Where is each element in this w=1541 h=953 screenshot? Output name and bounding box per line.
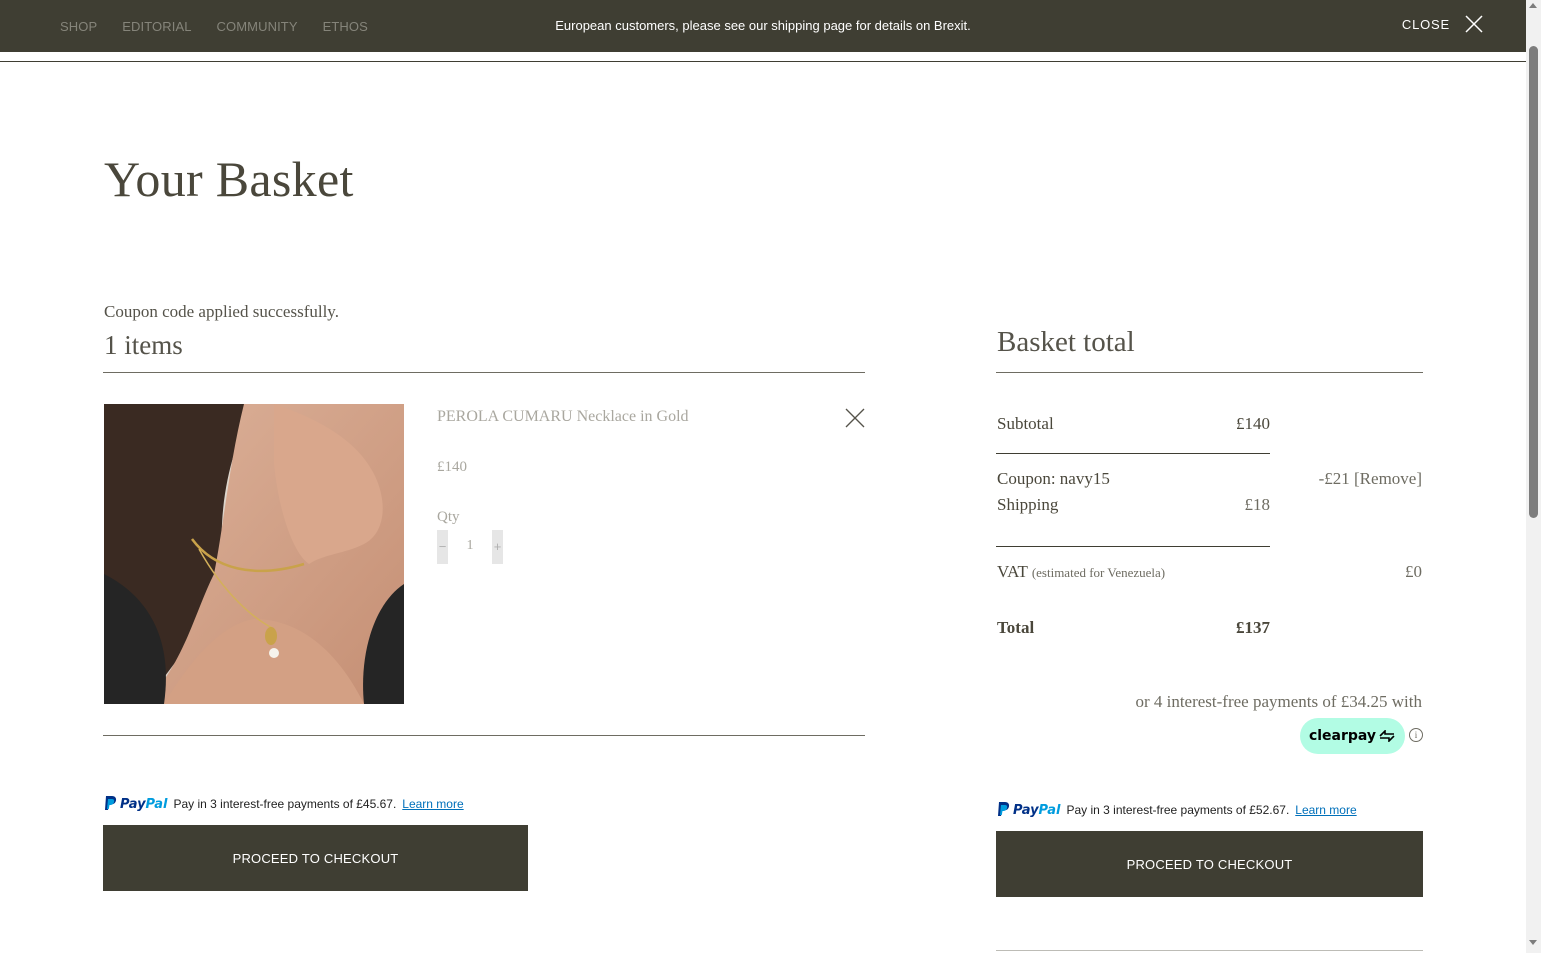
- page-title: Your Basket: [104, 151, 354, 207]
- paypal-icon: [105, 796, 117, 810]
- below-fold-divider: [996, 950, 1423, 951]
- basket-total-divider: [996, 372, 1423, 373]
- brexit-shipping-message: European customers, please see our shipp…: [555, 18, 971, 33]
- paypal-logo: PayPal: [104, 796, 167, 812]
- scroll-up-arrow-icon[interactable]: [1529, 3, 1537, 8]
- items-divider-top: [103, 372, 865, 373]
- paypal-message-left: PayPal Pay in 3 interest-free payments o…: [104, 796, 464, 812]
- subtotal-label: Subtotal: [997, 414, 1054, 433]
- scrollbar-thumb[interactable]: [1529, 46, 1538, 518]
- paypal-brand-pay: Pay: [1013, 802, 1039, 818]
- proceed-to-checkout-button[interactable]: PROCEED TO CHECKOUT: [103, 825, 528, 891]
- close-label: CLOSE: [1401, 16, 1450, 32]
- shipping-label: Shipping: [997, 495, 1059, 514]
- product-image[interactable]: [104, 404, 404, 704]
- vat-label: VAT: [997, 562, 1028, 581]
- clearpay-arrows-icon: [1379, 730, 1395, 742]
- paypal-brand-pal: Pal: [145, 796, 168, 812]
- product-price: £140: [437, 459, 467, 475]
- subtotal-value: £140: [1236, 414, 1270, 433]
- basket-total-title: Basket total: [997, 326, 1135, 358]
- product-name[interactable]: PEROLA CUMARU Necklace in Gold: [437, 408, 689, 426]
- vat-label-group: VAT (estimated for Venezuela): [997, 562, 1165, 582]
- items-divider-bottom: [103, 735, 865, 736]
- remove-item-close-icon[interactable]: [845, 408, 865, 428]
- header-divider: [0, 61, 1526, 62]
- coupon-remove-link[interactable]: -£21 [Remove]: [1319, 469, 1422, 489]
- shipping-value: £18: [1244, 495, 1271, 514]
- items-count: 1 items: [104, 330, 183, 360]
- paypal-installment-text: Pay in 3 interest-free payments of £45.6…: [173, 797, 397, 811]
- necklace-model-image: [104, 404, 404, 704]
- total-label: Total: [997, 618, 1035, 637]
- paypal-installment-text: Pay in 3 interest-free payments of £52.6…: [1066, 803, 1290, 817]
- paypal-learn-more-link[interactable]: Learn more: [1295, 803, 1356, 817]
- paypal-brand-pal: Pal: [1038, 802, 1061, 818]
- clearpay-badge-label: clearpay: [1308, 728, 1377, 744]
- vat-note: (estimated for Venezuela): [1031, 565, 1166, 580]
- qty-decrease-button[interactable]: −: [437, 530, 448, 564]
- page-scrollbar[interactable]: [1526, 0, 1541, 953]
- paypal-brand-pay: Pay: [120, 796, 146, 812]
- clearpay-badge[interactable]: clearpay: [1300, 718, 1405, 754]
- vat-value: £0: [1405, 562, 1422, 581]
- paypal-icon: [998, 802, 1010, 816]
- clearpay-installments-text: or 4 interest-free payments of £34.25 wi…: [1135, 692, 1422, 711]
- paypal-message-right: PayPal Pay in 3 interest-free payments o…: [997, 802, 1357, 818]
- paypal-learn-more-link[interactable]: Learn more: [402, 797, 463, 811]
- qty-increase-button[interactable]: +: [492, 530, 503, 564]
- subtotal-divider: [996, 453, 1270, 454]
- scroll-down-arrow-icon[interactable]: [1529, 940, 1537, 945]
- paypal-logo: PayPal: [997, 802, 1060, 818]
- qty-value[interactable]: 1: [460, 538, 480, 554]
- qty-label: Qty: [437, 509, 460, 525]
- close-icon: [1465, 15, 1483, 33]
- top-banner: SHOP EDITORIAL COMMUNITY ETHOS European …: [0, 0, 1526, 52]
- coupon-success-message: Coupon code applied successfully.: [104, 302, 339, 321]
- total-value: £137: [1236, 618, 1270, 637]
- coupon-label: Coupon: navy15: [997, 469, 1110, 488]
- banner-close-button[interactable]: CLOSE: [1402, 14, 1484, 34]
- clearpay-info-icon[interactable]: i: [1409, 728, 1423, 742]
- proceed-to-checkout-button-summary[interactable]: PROCEED TO CHECKOUT: [996, 831, 1423, 897]
- shipping-divider: [996, 546, 1270, 547]
